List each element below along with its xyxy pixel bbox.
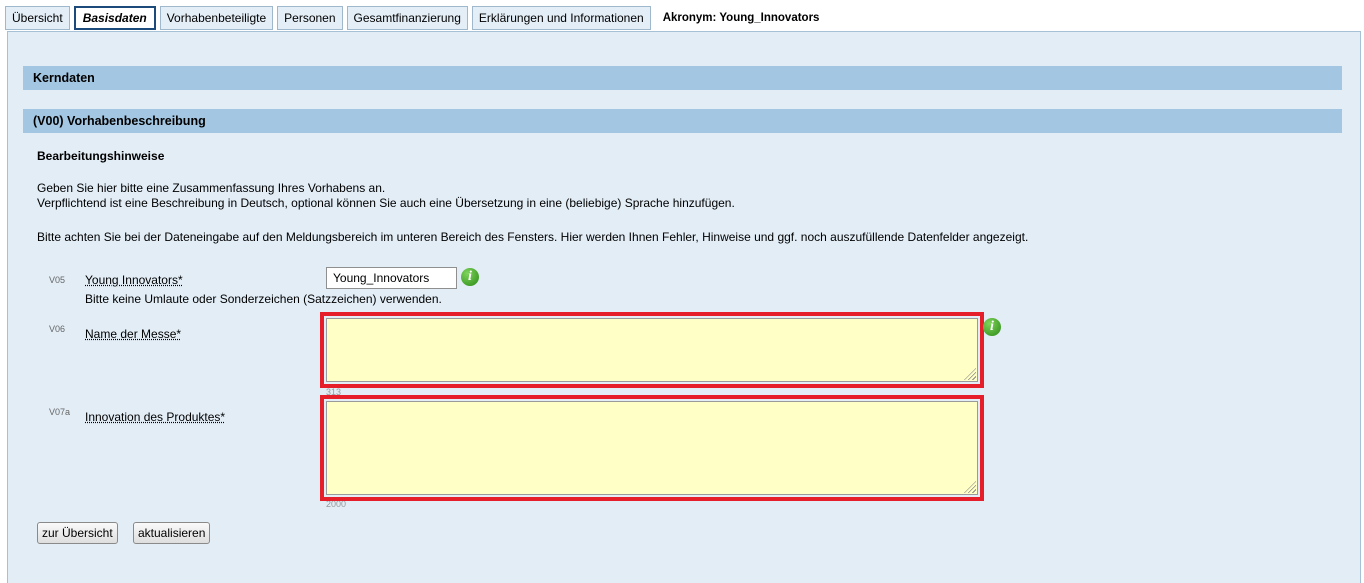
acronym-label: Akronym: Young_Innovators — [662, 12, 820, 24]
section-vorhabenbeschreibung[interactable]: (V00) Vorhabenbeschreibung — [23, 109, 1342, 133]
tab-uebersicht[interactable]: Übersicht — [5, 6, 70, 30]
young-innovators-input[interactable] — [326, 267, 457, 289]
overview-button[interactable]: zur Übersicht — [37, 522, 118, 544]
field-code-v06: V06 — [49, 324, 66, 334]
info-icon[interactable]: i — [983, 318, 1001, 336]
resize-grip-icon[interactable] — [964, 368, 976, 380]
tab-basisdaten[interactable]: Basisdaten — [73, 6, 156, 30]
tab-personen[interactable]: Personen — [277, 6, 343, 30]
innovation-des-produktes-textarea[interactable] — [326, 401, 978, 495]
main-panel: Kerndaten (V00) Vorhabenbeschreibung Bea… — [7, 31, 1361, 583]
tab-vorhabenbeteiligte[interactable]: Vorhabenbeteiligte — [159, 6, 274, 30]
tab-erklaerungen[interactable]: Erklärungen und Informationen — [471, 6, 651, 30]
field-note-v05: Bitte keine Umlaute oder Sonderzeichen (… — [85, 292, 442, 306]
field-code-v07a: V07a — [49, 407, 71, 417]
field-code-v05: V05 — [49, 275, 66, 285]
label-innovation-des-produktes[interactable]: Innovation des Produktes* — [85, 410, 225, 424]
hints-line-2: Verpflichtend ist eine Beschreibung in D… — [37, 196, 735, 210]
resize-grip-icon[interactable] — [964, 481, 976, 493]
name-der-messe-textarea[interactable] — [326, 318, 978, 382]
info-icon[interactable]: i — [461, 268, 479, 286]
refresh-button[interactable]: aktualisieren — [133, 522, 211, 544]
tab-gesamtfinanzierung[interactable]: Gesamtfinanzierung — [346, 6, 468, 30]
label-young-innovators[interactable]: Young Innovators* — [85, 273, 183, 287]
label-name-der-messe[interactable]: Name der Messe* — [85, 327, 181, 341]
hints-title: Bearbeitungshinweise — [37, 149, 165, 163]
tab-bar: Übersicht Basisdaten Vorhabenbeteiligte … — [5, 6, 819, 32]
hints-line-1: Geben Sie hier bitte eine Zusammenfassun… — [37, 181, 386, 195]
section-kerndaten[interactable]: Kerndaten — [23, 66, 1342, 90]
hints-line-3: Bitte achten Sie bei der Dateneingabe au… — [37, 230, 1029, 244]
